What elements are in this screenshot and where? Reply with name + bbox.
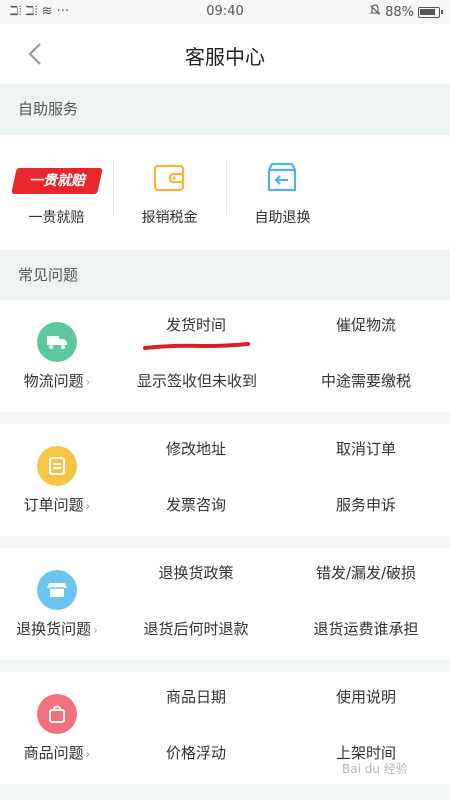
watermark: Bai du 经验 xyxy=(342,762,408,776)
chevron-right-icon: › xyxy=(85,499,91,513)
self-service-item-return[interactable]: 自助退换 xyxy=(226,135,339,250)
self-service-item-label: 一贵就赔 xyxy=(28,210,85,226)
self-service-panel: 一贵就赔 一贵就赔 报销税金 自助退换 xyxy=(0,135,450,250)
wallet-icon xyxy=(153,163,185,197)
status-right: 88% xyxy=(369,4,443,20)
page-title: 客服中心 xyxy=(185,45,265,69)
truck-icon xyxy=(37,322,77,362)
self-service-item-label: 自助退换 xyxy=(254,210,311,226)
section-header-self-service: 自助服务 xyxy=(0,84,450,135)
faq-card-order: 订单问题 › 修改地址 取消订单 发票咨询 服务申诉 xyxy=(0,424,450,536)
self-service-item-tax[interactable]: 报销税金 xyxy=(113,135,226,250)
return-shirt-icon xyxy=(37,570,77,610)
faq-question[interactable]: 错发/漏发/破损 xyxy=(296,562,436,583)
section-header-faq: 常见问题 xyxy=(0,250,450,300)
faq-question[interactable]: 价格浮动 xyxy=(126,742,266,763)
nav-bar: 客服中心 xyxy=(0,24,450,84)
faq-question[interactable]: 使用说明 xyxy=(296,686,436,707)
faq-question[interactable]: 商品日期 xyxy=(126,686,266,707)
faq-question[interactable]: 退货运费谁承担 xyxy=(296,618,436,639)
battery-percent: 88% xyxy=(385,4,414,20)
order-icon xyxy=(37,446,77,486)
faq-question[interactable]: 中途需要缴税 xyxy=(296,370,436,391)
faq-question[interactable]: 取消订单 xyxy=(296,438,436,459)
chevron-right-icon: › xyxy=(85,375,91,389)
faq-question[interactable]: 退换货政策 xyxy=(126,562,266,583)
red-underline-annotation xyxy=(143,342,250,350)
alarm-off-icon xyxy=(369,4,381,20)
faq-question[interactable]: 发票咨询 xyxy=(126,494,266,515)
faq-question[interactable]: 修改地址 xyxy=(126,438,266,459)
bag-icon xyxy=(37,694,77,734)
faq-category-product[interactable]: 商品问题 › xyxy=(0,742,114,763)
faq-category-order[interactable]: 订单问题 › xyxy=(0,494,114,515)
faq-question[interactable]: 显示签收但未收到 xyxy=(122,370,272,391)
faq-question[interactable]: 催促物流 xyxy=(296,314,436,335)
faq-category-logistics[interactable]: 物流问题 › xyxy=(0,370,114,391)
faq-question[interactable]: 服务申诉 xyxy=(296,494,436,515)
chevron-right-icon: › xyxy=(85,747,91,761)
self-service-item-label: 报销税金 xyxy=(141,210,198,226)
return-box-icon xyxy=(266,161,298,197)
chevron-right-icon: › xyxy=(93,623,98,637)
faq-question[interactable]: 发货时间 xyxy=(126,314,266,335)
faq-category-return[interactable]: 退换货问题 › xyxy=(0,618,114,639)
faq-question[interactable]: 退货后何时退款 xyxy=(126,618,266,639)
self-service-item-guarantee[interactable]: 一贵就赔 一贵就赔 xyxy=(0,135,113,250)
status-bar: ℶ⦙ ℶ⦙ ≋ ··· 09:40 88% xyxy=(0,0,450,24)
red-badge-icon: 一贵就赔 xyxy=(11,168,103,194)
faq-card-return: 退换货问题 › 退换货政策 错发/漏发/破损 退货后何时退款 退货运费谁承担 xyxy=(0,548,450,660)
faq-card-logistics: 物流问题 › 发货时间 催促物流 显示签收但未收到 中途需要缴税 xyxy=(0,300,450,412)
battery-icon xyxy=(418,6,443,18)
